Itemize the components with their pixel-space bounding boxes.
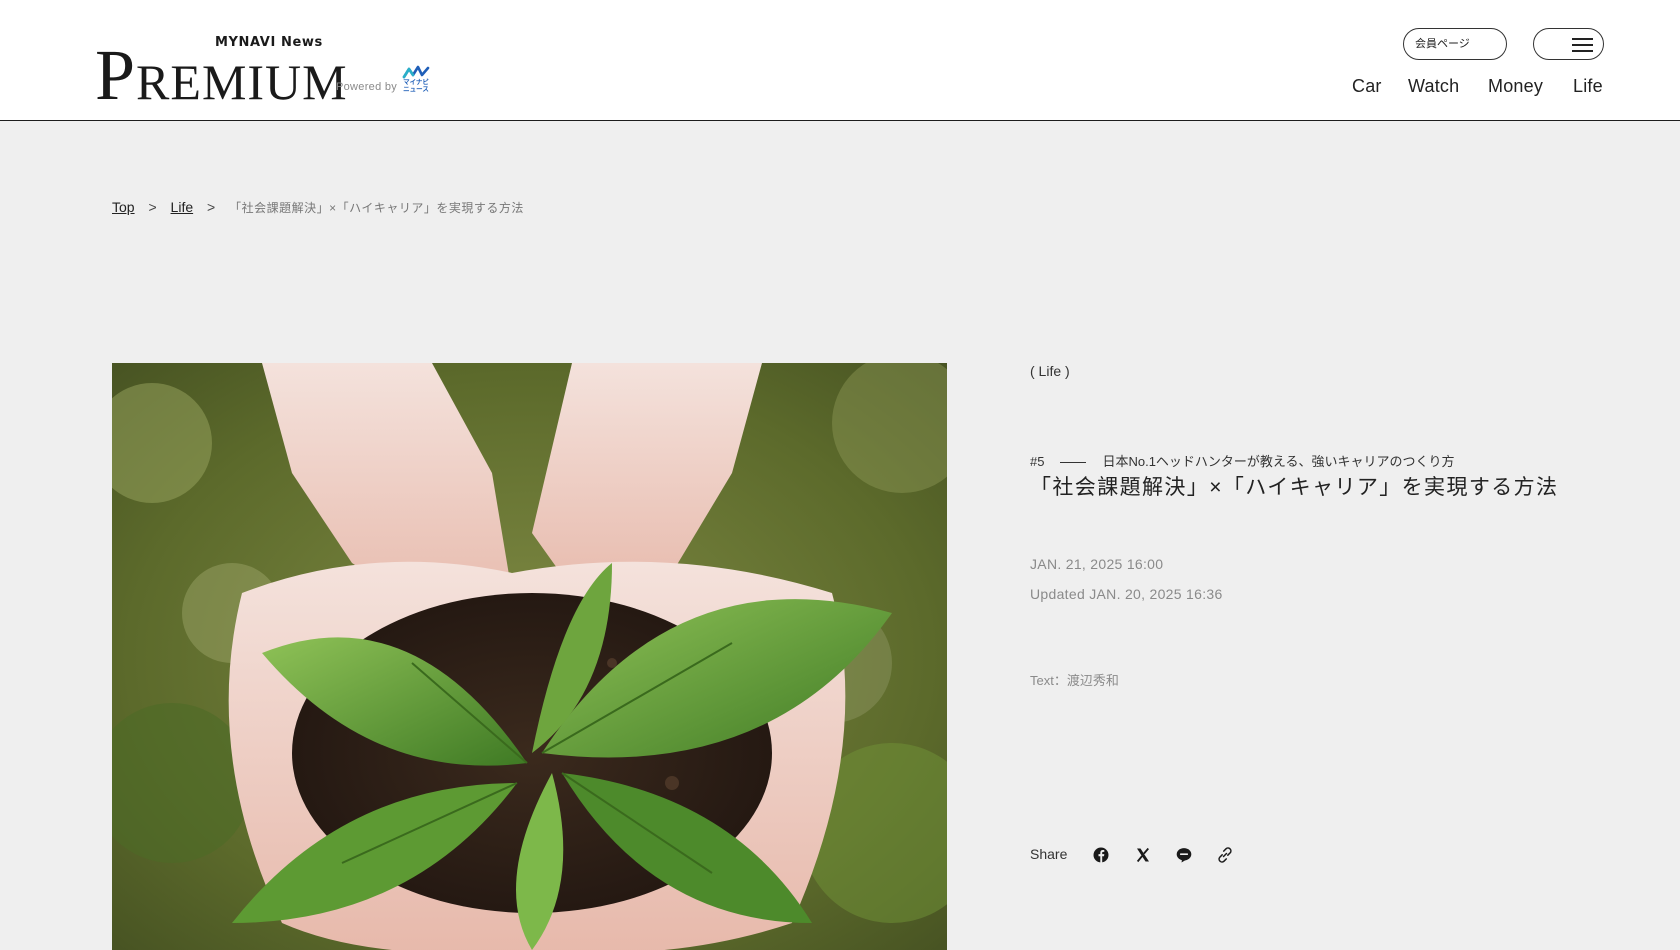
breadcrumb-separator: > (207, 199, 216, 215)
link-icon[interactable] (1213, 843, 1237, 867)
publish-date: JAN. 21, 2025 16:00 (1030, 556, 1164, 572)
article-category[interactable]: ( Life ) (1030, 363, 1070, 379)
plant-seedling-in-hands-image (112, 363, 947, 950)
series-dash (1060, 462, 1087, 464)
nav-item-money[interactable]: Money (1488, 76, 1543, 97)
article-author: Text：渡辺秀和 (1030, 673, 1119, 688)
menu-button[interactable] (1533, 28, 1604, 60)
breadcrumb-current: 「社会課題解決」×「ハイキャリア」を実現する方法 (229, 201, 524, 215)
main-nav: Car Watch Money Life (0, 76, 1680, 100)
article-series[interactable]: #5 日本No.1ヘッドハンターが教える、強いキャリアのつくり方 (1030, 451, 1455, 470)
nav-item-life[interactable]: Life (1573, 76, 1603, 97)
breadcrumb-item-life[interactable]: Life (171, 199, 194, 215)
hero-image (112, 363, 947, 950)
x-icon[interactable] (1131, 843, 1155, 867)
breadcrumb: Top > Life > 「社会課題解決」×「ハイキャリア」を実現する方法 (112, 199, 524, 219)
share-label: Share (1030, 846, 1068, 862)
breadcrumb-item-top[interactable]: Top (112, 199, 135, 215)
breadcrumb-separator: > (148, 199, 157, 215)
series-title: 日本No.1ヘッドハンターが教える、強いキャリアのつくり方 (1102, 454, 1455, 469)
member-page-button[interactable]: 会員ページ (1403, 28, 1507, 60)
updated-date: Updated JAN. 20, 2025 16:36 (1030, 586, 1223, 602)
article-title: 「社会課題解決」×「ハイキャリア」を実現する方法 (1030, 476, 1559, 499)
line-icon[interactable] (1172, 843, 1196, 867)
hamburger-icon (1572, 38, 1593, 52)
nav-item-car[interactable]: Car (1352, 76, 1382, 97)
facebook-icon[interactable] (1089, 843, 1113, 867)
series-number: #5 (1030, 454, 1045, 469)
site-header: MYNAVI News PREMIUM Powered by マイナビ ニュース… (0, 0, 1680, 121)
nav-item-watch[interactable]: Watch (1408, 76, 1459, 97)
share-bar: Share (1030, 843, 1330, 867)
